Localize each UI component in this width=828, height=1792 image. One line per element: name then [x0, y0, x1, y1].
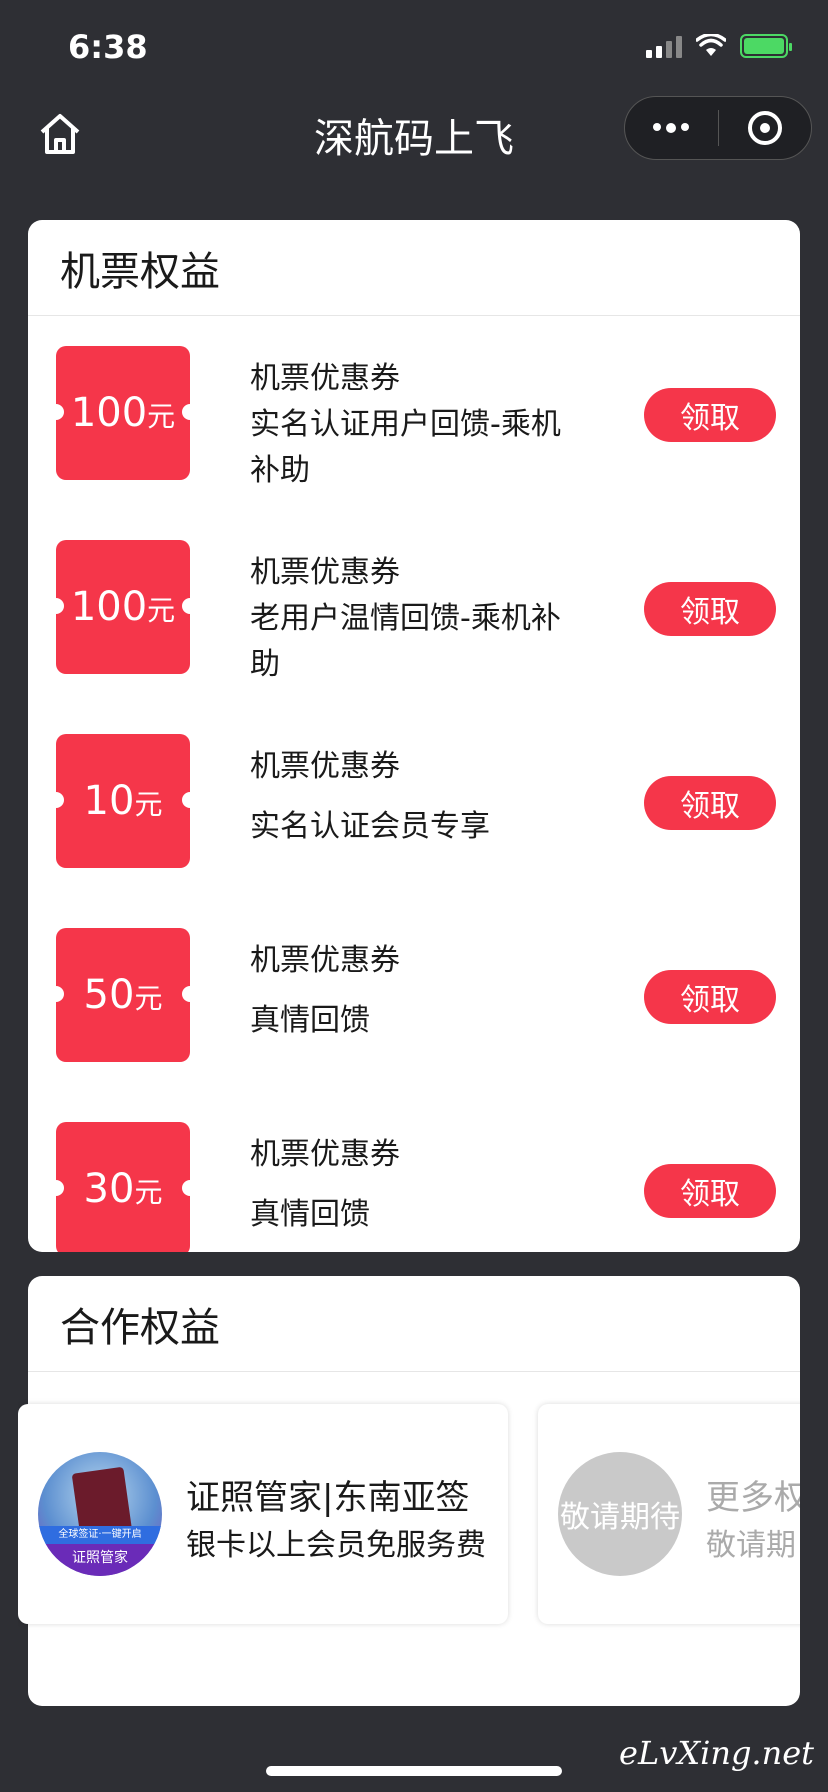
coupon-desc: 老用户温情回馈-乘机补助: [250, 601, 561, 682]
coupon-item: 50 元 机票优惠券 真情回馈 领取: [28, 898, 800, 1092]
coming-soon-badge: 敬请期待: [558, 1452, 682, 1576]
coupon-desc: 实名认证会员专享: [250, 809, 490, 844]
coupon-name: 机票优惠券: [250, 943, 400, 978]
watermark: eLvXing.net: [619, 1734, 814, 1772]
close-target-icon: [747, 111, 782, 145]
battery-icon: [740, 34, 792, 58]
coupon-item: 30 元 机票优惠券 真情回馈 领取: [28, 1092, 800, 1252]
more-icon: [653, 123, 690, 133]
section-title: 机票权益: [28, 220, 800, 316]
zhengzhao-logo: 全球签证·一键开启 证照管家: [38, 1452, 162, 1576]
partner-carousel[interactable]: 全球签证·一键开启 证照管家 证照管家|东南亚签 银卡以上会员免服务费 敬请期待…: [18, 1372, 800, 1672]
claim-button[interactable]: 领取: [644, 970, 776, 1024]
coupon-name: 机票优惠券: [250, 361, 400, 396]
section-title: 合作权益: [28, 1276, 800, 1372]
coupon-item: 100 元 机票优惠券 老用户温情回馈-乘机补助 领取: [28, 510, 800, 704]
coupon-name: 机票优惠券: [250, 555, 400, 590]
coupon-desc: 实名认证用户回馈-乘机补助: [250, 407, 561, 488]
coupon-ticket: 50 元: [48, 928, 198, 1062]
coupon-ticket: 100 元: [48, 540, 198, 674]
status-time: 6:38: [68, 28, 148, 66]
claim-button[interactable]: 领取: [644, 388, 776, 442]
partner-card[interactable]: 全球签证·一键开启 证照管家 证照管家|东南亚签 银卡以上会员免服务费: [18, 1404, 508, 1624]
coupon-item: 10 元 机票优惠券 实名认证会员专享 领取: [28, 704, 800, 898]
more-button[interactable]: [625, 97, 718, 159]
claim-button[interactable]: 领取: [644, 776, 776, 830]
partner-benefits-card: 合作权益 全球签证·一键开启 证照管家 证照管家|东南亚签 银卡以上会员免服务费…: [18, 1276, 800, 1706]
signal-icon: [646, 34, 682, 58]
close-button[interactable]: [719, 97, 812, 159]
home-indicator[interactable]: [266, 1766, 562, 1776]
coupon-ticket: 10 元: [48, 734, 198, 868]
status-bar: 6:38: [0, 0, 828, 96]
coupon-ticket: 30 元: [48, 1122, 198, 1252]
status-icons: [646, 34, 792, 58]
coupon-name: 机票优惠券: [250, 1137, 400, 1172]
partner-card[interactable]: 敬请期待 更多权 敬请期: [538, 1404, 800, 1624]
coupon-desc: 真情回馈: [250, 1197, 370, 1232]
partner-name: 更多权: [706, 1478, 800, 1518]
claim-button[interactable]: 领取: [644, 1164, 776, 1218]
coupon-list[interactable]: 100 元 机票优惠券 实名认证用户回馈-乘机补助 领取 100 元 机票优惠券 老…: [28, 316, 800, 1252]
claim-button[interactable]: 领取: [644, 582, 776, 636]
ticket-benefits-card: 机票权益 100 元 机票优惠券 实名认证用户回馈-乘机补助 领取 100 元 机票…: [28, 220, 800, 1252]
coupon-ticket: 100 元: [48, 346, 198, 480]
partner-name: 证照管家|东南亚签: [186, 1478, 470, 1518]
wifi-icon: [696, 34, 726, 56]
coupon-name: 机票优惠券: [250, 749, 400, 784]
coupon-desc: 真情回馈: [250, 1003, 370, 1038]
partner-desc: 银卡以上会员免服务费: [186, 1528, 486, 1563]
coupon-item: 100 元 机票优惠券 实名认证用户回馈-乘机补助 领取: [28, 316, 800, 510]
partner-desc: 敬请期: [706, 1528, 796, 1563]
nav-bar: 深航码上飞: [0, 96, 828, 186]
mini-program-capsule: [624, 96, 812, 160]
